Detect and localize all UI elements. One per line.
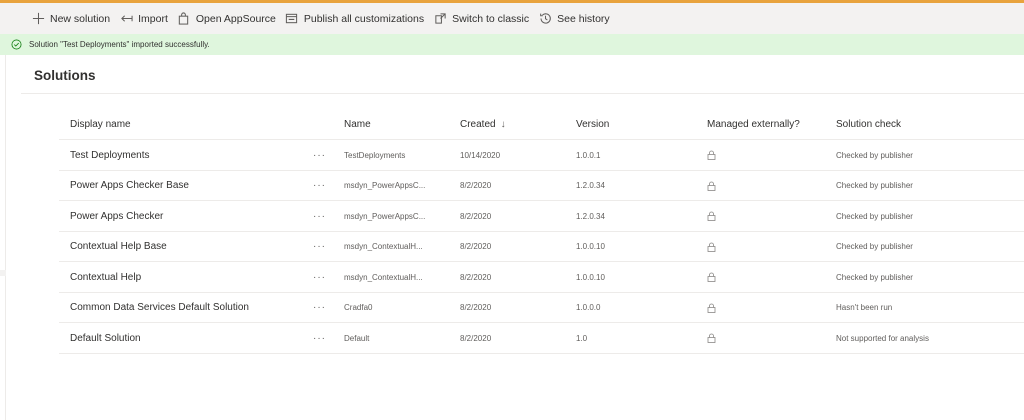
table-header: Display name Name Created ↓ Version Mana…: [59, 109, 1024, 139]
row-created: 8/2/2020: [460, 333, 492, 343]
check-circle-icon: [11, 39, 23, 51]
publish-icon: [285, 12, 299, 26]
left-nav-divider: [0, 270, 6, 276]
row-version: 1.0: [576, 333, 588, 343]
open-appsource-label: Open AppSource: [195, 12, 276, 25]
row-display-name[interactable]: Power Apps Checker Base: [70, 171, 189, 201]
row-display-name[interactable]: Power Apps Checker: [70, 201, 163, 231]
row-version: 1.0.0.1: [576, 150, 601, 160]
row-display-name[interactable]: Contextual Help: [70, 262, 141, 292]
column-header-managed-label: Managed externally?: [707, 118, 800, 130]
import-button[interactable]: Import: [119, 3, 168, 34]
page-title: Solutions: [34, 68, 96, 83]
sort-descending-icon: ↓: [500, 118, 506, 130]
plus-icon: [31, 12, 45, 26]
column-header-display-name-label: Display name: [70, 118, 131, 130]
see-history-button[interactable]: See history: [538, 3, 610, 34]
more-options-icon[interactable]: ···: [313, 140, 326, 170]
lock-icon: [707, 140, 716, 170]
history-icon: [538, 12, 552, 26]
new-solution-label: New solution: [50, 12, 111, 25]
row-solution-check: Checked by publisher: [836, 272, 913, 282]
row-name: Cradfa0: [344, 303, 373, 312]
lock-icon: [707, 293, 716, 323]
import-arrow-icon: [119, 12, 133, 26]
column-header-solution-check-label: Solution check: [836, 118, 902, 130]
row-name: Default: [344, 333, 370, 343]
row-solution-check: Checked by publisher: [836, 242, 913, 251]
column-header-created[interactable]: Created ↓: [460, 109, 506, 139]
row-solution-check: Not supported for analysis: [836, 333, 929, 343]
more-options-icon[interactable]: ···: [313, 293, 326, 323]
row-version: 1.0.0.0: [576, 303, 601, 312]
shopping-bag-icon: [177, 12, 191, 26]
more-options-icon[interactable]: ···: [313, 262, 326, 292]
row-created: 8/2/2020: [460, 211, 492, 221]
row-display-name[interactable]: Test Deployments: [70, 140, 149, 170]
see-history-label: See history: [557, 12, 610, 25]
external-switch-icon: [433, 12, 447, 26]
row-display-name[interactable]: Common Data Services Default Solution: [70, 293, 249, 323]
more-options-icon[interactable]: ···: [313, 232, 326, 262]
table-row[interactable]: Contextual Help ··· msdyn_ContextualH...…: [59, 262, 1024, 293]
lock-icon: [707, 201, 716, 231]
new-solution-button[interactable]: New solution: [31, 3, 110, 34]
row-version: 1.2.0.34: [576, 211, 605, 221]
row-name: msdyn_ContextualH...: [344, 242, 423, 251]
command-bar: New solution Import Open AppSource Publi…: [0, 3, 1024, 34]
more-options-icon[interactable]: ···: [313, 201, 326, 231]
row-solution-check: Checked by publisher: [836, 211, 913, 221]
table-row[interactable]: Default Solution ··· Default 8/2/2020 1.…: [59, 323, 1024, 354]
row-solution-check: Hasn't been run: [836, 303, 893, 312]
column-header-version[interactable]: Version: [576, 109, 609, 139]
column-header-name[interactable]: Name: [344, 109, 371, 139]
column-header-managed[interactable]: Managed externally?: [707, 109, 800, 139]
row-name: msdyn_PowerAppsC...: [344, 211, 426, 221]
row-name: msdyn_PowerAppsC...: [344, 181, 426, 190]
row-created: 10/14/2020: [460, 150, 501, 160]
column-header-name-label: Name: [344, 118, 371, 130]
lock-icon: [707, 262, 716, 292]
more-options-icon[interactable]: ···: [313, 323, 326, 353]
switch-to-classic-label: Switch to classic: [452, 12, 530, 25]
row-display-name[interactable]: Default Solution: [70, 323, 141, 353]
success-banner: Solution "Test Deployments" imported suc…: [0, 34, 1024, 55]
row-version: 1.0.0.10: [576, 242, 605, 251]
table-row[interactable]: Common Data Services Default Solution ··…: [59, 293, 1024, 323]
switch-to-classic-button[interactable]: Switch to classic: [433, 3, 529, 34]
row-created: 8/2/2020: [460, 242, 492, 251]
lock-icon: [707, 171, 716, 201]
row-display-name[interactable]: Contextual Help Base: [70, 232, 167, 262]
table-row[interactable]: Power Apps Checker ··· msdyn_PowerAppsC.…: [59, 201, 1024, 232]
row-created: 8/2/2020: [460, 272, 492, 282]
row-name: msdyn_ContextualH...: [344, 272, 423, 282]
table-row[interactable]: Test Deployments ··· TestDeployments 10/…: [59, 140, 1024, 171]
left-nav-edge: [0, 55, 6, 420]
success-banner-message: Solution "Test Deployments" imported suc…: [29, 40, 210, 49]
row-solution-check: Checked by publisher: [836, 181, 913, 190]
lock-icon: [707, 323, 716, 353]
import-label: Import: [138, 12, 168, 25]
column-header-created-label: Created: [460, 118, 496, 130]
publish-all-label: Publish all customizations: [303, 12, 425, 25]
row-created: 8/2/2020: [460, 181, 492, 190]
table-row[interactable]: Contextual Help Base ··· msdyn_Contextua…: [59, 232, 1024, 262]
column-header-display-name[interactable]: Display name: [70, 109, 131, 139]
row-name: TestDeployments: [344, 150, 406, 160]
title-divider: [21, 93, 1024, 94]
lock-icon: [707, 232, 716, 262]
column-header-version-label: Version: [576, 118, 610, 130]
row-created: 8/2/2020: [460, 303, 492, 312]
column-header-solution-check[interactable]: Solution check: [836, 109, 901, 139]
row-version: 1.2.0.34: [576, 181, 605, 190]
row-version: 1.0.0.10: [576, 272, 605, 282]
table-row[interactable]: Power Apps Checker Base ··· msdyn_PowerA…: [59, 171, 1024, 201]
row-solution-check: Checked by publisher: [836, 150, 913, 160]
more-options-icon[interactable]: ···: [313, 171, 326, 201]
open-appsource-button[interactable]: Open AppSource: [177, 3, 276, 34]
publish-all-button[interactable]: Publish all customizations: [285, 3, 424, 34]
